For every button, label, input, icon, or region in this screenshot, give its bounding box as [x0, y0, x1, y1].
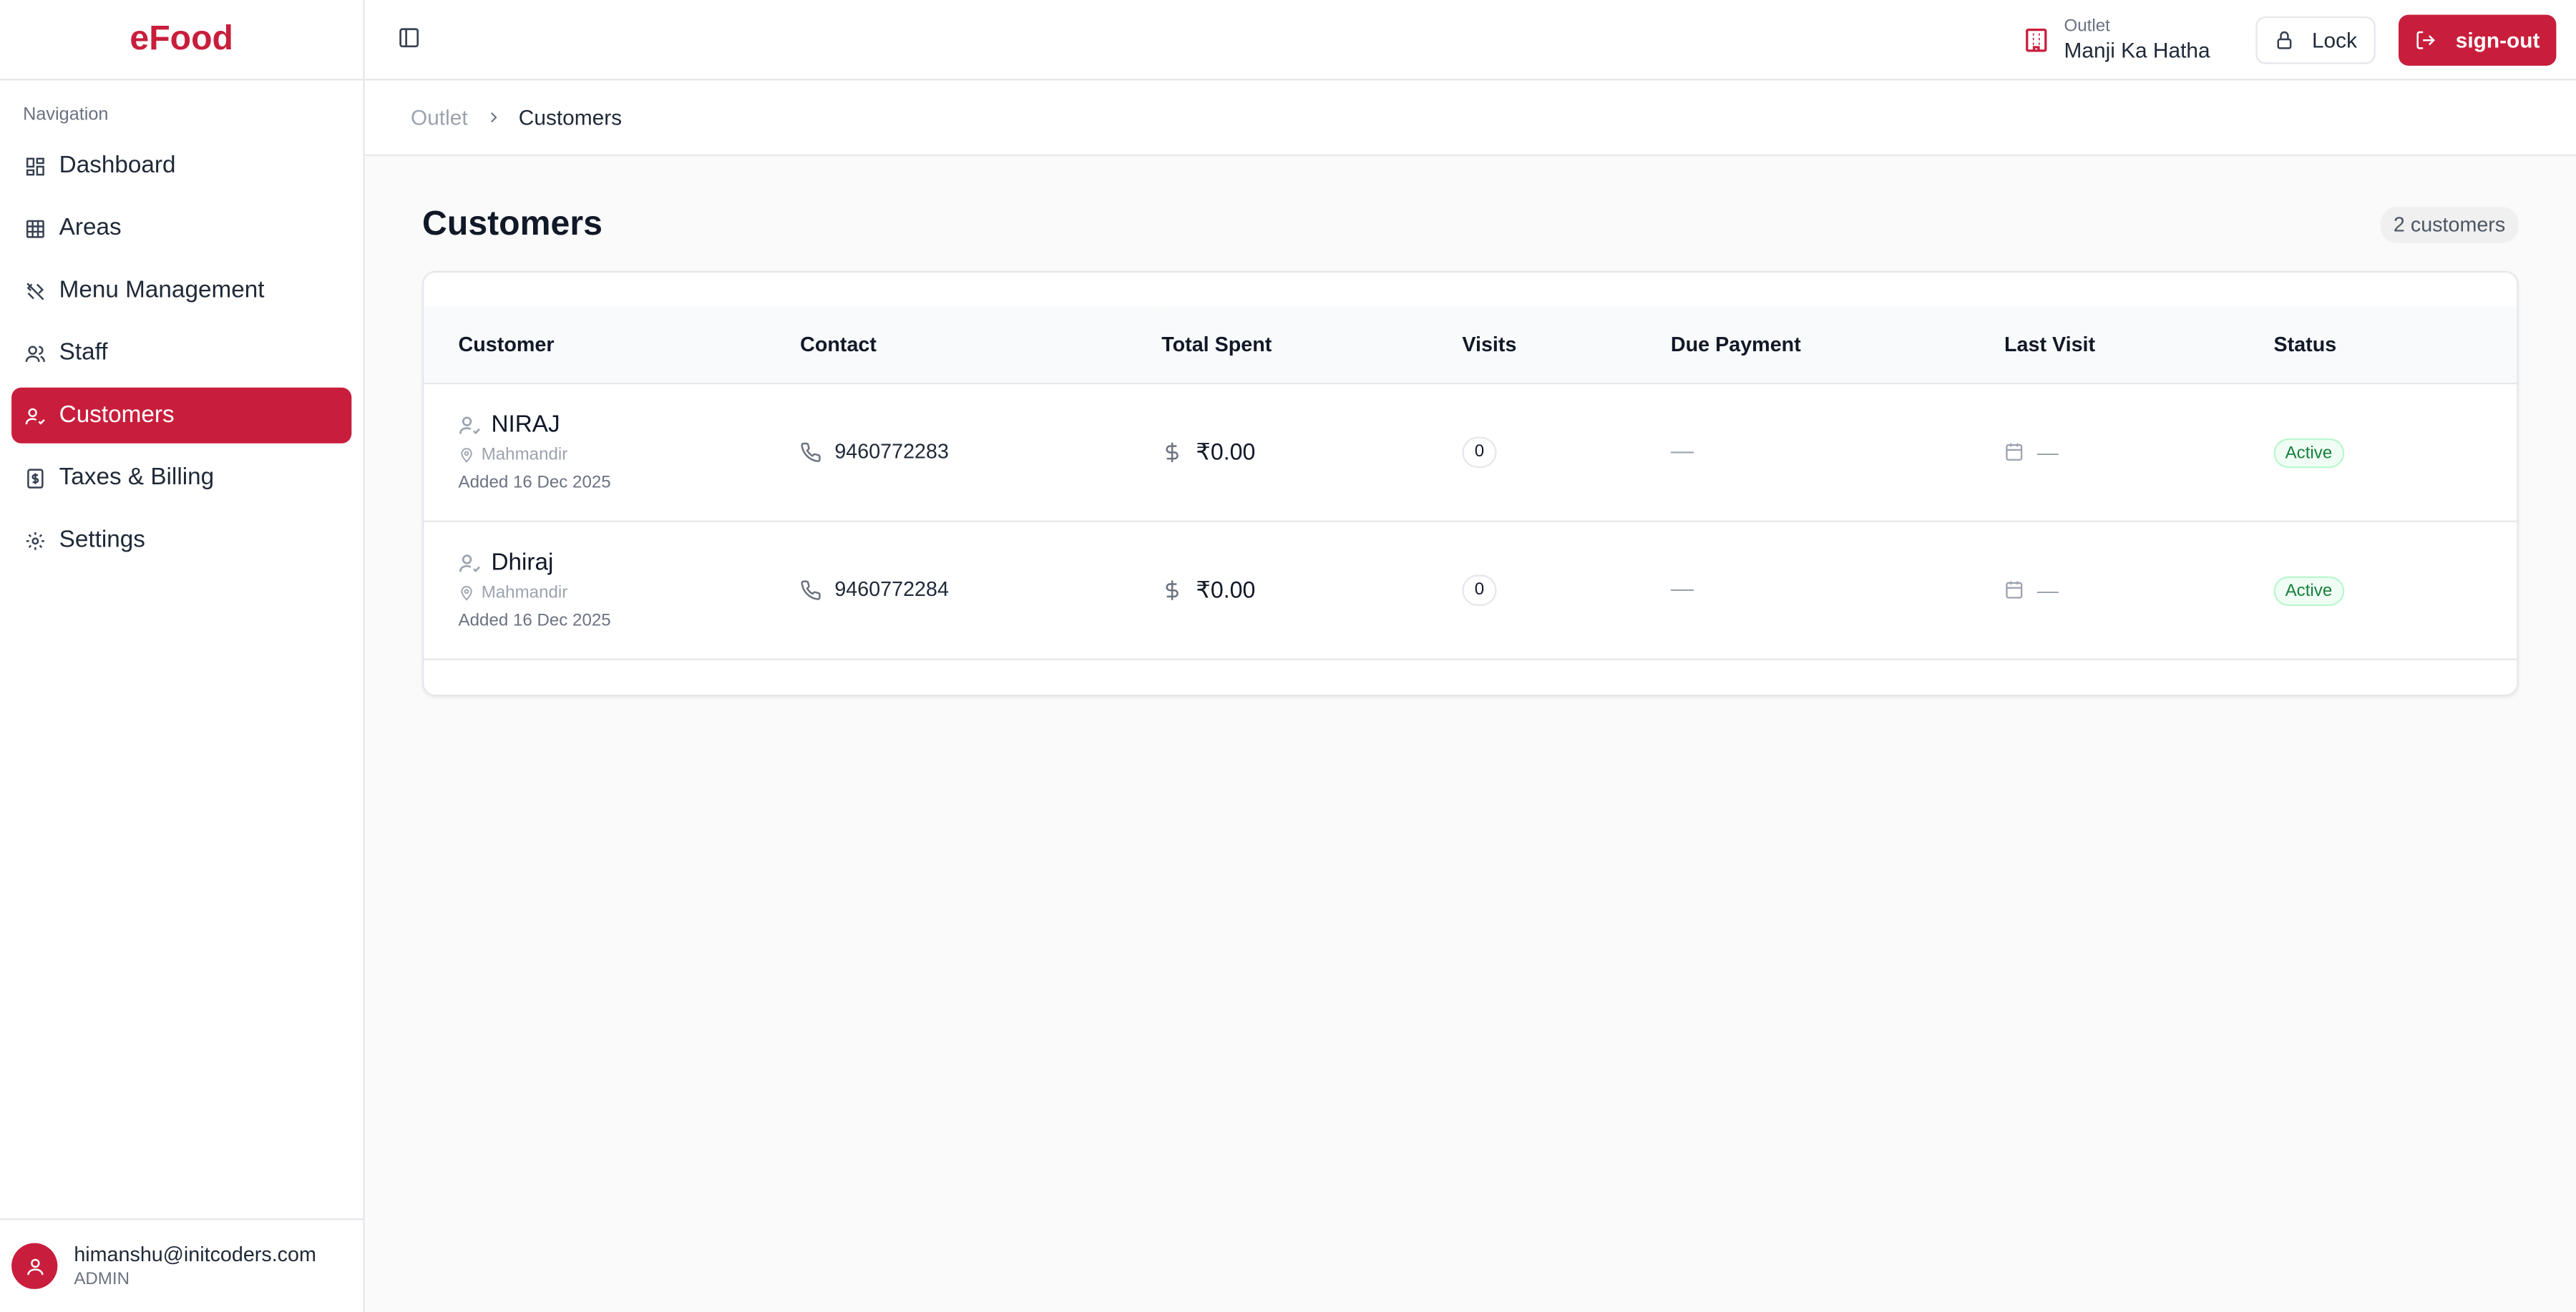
gear-icon	[24, 529, 46, 551]
phone-icon	[800, 579, 821, 600]
user-profile[interactable]: himanshu@initcoders.com ADMIN	[0, 1218, 364, 1312]
sidebar-item-dashboard[interactable]: Dashboard	[11, 138, 351, 194]
breadcrumb-current: Customers	[518, 104, 623, 130]
sidebar-item-customers[interactable]: Customers	[11, 387, 352, 444]
breadcrumb-outlet-link[interactable]: Outlet	[411, 105, 468, 129]
sidebar-toggle-icon[interactable]	[398, 26, 424, 53]
customer-total-spent: ₹0.00	[1196, 575, 1256, 602]
users-icon	[24, 343, 46, 364]
sidebar-item-label: Dashboard	[59, 152, 176, 180]
sign-out-label: sign-out	[2455, 26, 2540, 52]
customer-area: Mahmandir	[481, 444, 568, 464]
main-area: Outlet Manji Ka Hatha Lock sign-out Outl…	[364, 0, 2576, 1312]
column-header-visits[interactable]: Visits	[1462, 307, 1671, 383]
chevron-right-icon	[484, 108, 502, 126]
sidebar-item-taxes-billing[interactable]: Taxes & Billing	[11, 450, 351, 506]
customers-table-card: Customer Contact Total Spent Visits Due …	[422, 270, 2519, 696]
utensils-icon	[24, 280, 46, 301]
user-check-icon	[459, 413, 482, 436]
user-check-icon	[24, 405, 46, 426]
lock-icon	[2274, 29, 2296, 50]
visits-badge: 0	[1462, 436, 1497, 468]
column-header-customer[interactable]: Customer	[424, 333, 800, 356]
customer-phone: 9460772283	[834, 440, 949, 464]
calendar-icon	[2004, 441, 2024, 461]
sidebar-item-label: Areas	[59, 215, 122, 242]
sidebar: eFood Navigation Dashboard Areas Menu Ma…	[0, 0, 365, 1312]
topbar: Outlet Manji Ka Hatha Lock sign-out	[364, 0, 2576, 81]
status-badge: Active	[2273, 575, 2344, 605]
sign-out-button[interactable]: sign-out	[2398, 14, 2557, 65]
outlet-name: Manji Ka Hatha	[2064, 37, 2210, 63]
customer-area: Mahmandir	[481, 582, 568, 602]
customer-added-date: Added 16 Dec 2025	[458, 610, 611, 630]
user-icon	[26, 1258, 43, 1275]
sidebar-item-staff[interactable]: Staff	[11, 325, 351, 381]
column-header-due-payment[interactable]: Due Payment	[1670, 307, 2004, 383]
map-pin-icon	[459, 446, 475, 462]
customer-total-spent: ₹0.00	[1196, 437, 1256, 464]
phone-icon	[800, 441, 821, 462]
table-row[interactable]: NIRAJ Mahmandir Added 16 Dec 2025 946077…	[424, 382, 2517, 522]
map-pin-icon	[459, 584, 475, 600]
outlet-selector[interactable]: Outlet Manji Ka Hatha	[2023, 16, 2210, 62]
due-payment-value: —	[1670, 436, 1694, 464]
sidebar-item-menu-management[interactable]: Menu Management	[11, 263, 351, 318]
customers-table: Customer Contact Total Spent Visits Due …	[424, 307, 2517, 660]
last-visit-value: —	[2036, 577, 2059, 602]
sidebar-item-label: Menu Management	[59, 277, 265, 304]
brand-logo[interactable]: eFood	[0, 0, 364, 81]
receipt-icon	[24, 467, 46, 489]
calendar-icon	[2004, 579, 2024, 599]
page-title: Customers	[422, 205, 602, 243]
page-content: Customers 2 customers Customer Contact T…	[365, 156, 2576, 696]
column-header-total-spent[interactable]: Total Spent	[1161, 307, 1463, 383]
sidebar-item-label: Taxes & Billing	[59, 464, 215, 491]
dashboard-icon	[24, 155, 46, 177]
customer-added-date: Added 16 Dec 2025	[458, 471, 611, 492]
column-header-status[interactable]: Status	[2273, 307, 2517, 383]
status-badge: Active	[2273, 437, 2344, 468]
nav-caption: Navigation	[23, 104, 109, 125]
column-header-last-visit[interactable]: Last Visit	[2004, 307, 2274, 383]
sidebar-item-areas[interactable]: Areas	[11, 200, 351, 256]
breadcrumb: Outlet Customers	[364, 80, 2576, 157]
lock-button[interactable]: Lock	[2255, 15, 2376, 64]
due-payment-value: —	[1670, 574, 1694, 602]
user-role: ADMIN	[74, 1269, 130, 1289]
column-header-contact[interactable]: Contact	[800, 307, 1162, 383]
customer-name: Dhiraj	[491, 549, 554, 576]
sidebar-item-label: Customers	[59, 402, 175, 429]
customer-name: NIRAJ	[491, 411, 560, 438]
sidebar-item-settings[interactable]: Settings	[11, 512, 351, 568]
building-icon	[2023, 26, 2051, 54]
customer-count-badge: 2 customers	[2380, 207, 2519, 243]
dollar-icon	[1161, 579, 1183, 600]
user-check-icon	[459, 551, 482, 574]
grid-icon	[24, 217, 46, 239]
logout-icon	[2414, 29, 2436, 50]
table-header-row: Customer Contact Total Spent Visits Due …	[424, 307, 2517, 383]
lock-label: Lock	[2311, 26, 2358, 52]
visits-badge: 0	[1462, 574, 1497, 606]
last-visit-value: —	[2036, 439, 2059, 464]
user-email: himanshu@initcoders.com	[74, 1243, 316, 1266]
dollar-icon	[1161, 441, 1183, 462]
table-row[interactable]: Dhiraj Mahmandir Added 16 Dec 2025 94607…	[424, 520, 2517, 660]
sidebar-item-label: Settings	[59, 527, 145, 554]
avatar	[11, 1243, 58, 1289]
customer-phone: 9460772284	[834, 577, 949, 602]
outlet-caption: Outlet	[2064, 16, 2110, 36]
sidebar-item-label: Staff	[59, 340, 108, 366]
